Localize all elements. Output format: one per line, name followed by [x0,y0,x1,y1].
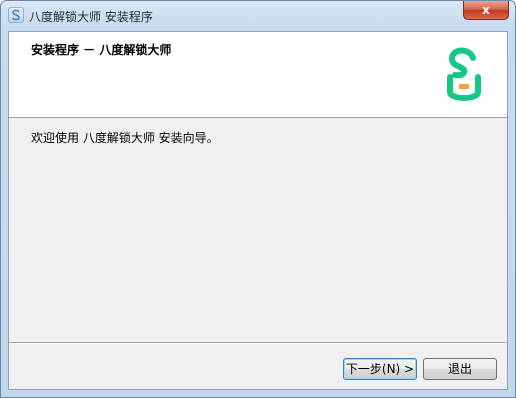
installer-content: 安装程序 － 八度解锁大师 欢迎使用 八度解锁大师 安装向导。 下一步(N) >… [8,31,508,390]
header-panel: 安装程序 － 八度解锁大师 [9,32,507,118]
next-button[interactable]: 下一步(N) > [343,358,417,380]
installer-window: 八度解锁大师 安装程序 x 安装程序 － 八度解锁大师 欢迎使用 八度解锁大师 … [0,0,516,398]
app-icon [8,7,24,23]
exit-button[interactable]: 退出 [423,358,497,380]
close-button[interactable]: x [463,1,509,20]
lock-logo-icon [447,47,481,101]
title-bar[interactable]: 八度解锁大师 安装程序 x [1,1,515,31]
footer-divider [9,342,507,344]
close-icon: x [482,3,490,17]
window-title: 八度解锁大师 安装程序 [29,10,153,24]
header-title: 安装程序 － 八度解锁大师 [31,43,172,57]
welcome-text: 欢迎使用 八度解锁大师 安装向导。 [31,131,219,145]
